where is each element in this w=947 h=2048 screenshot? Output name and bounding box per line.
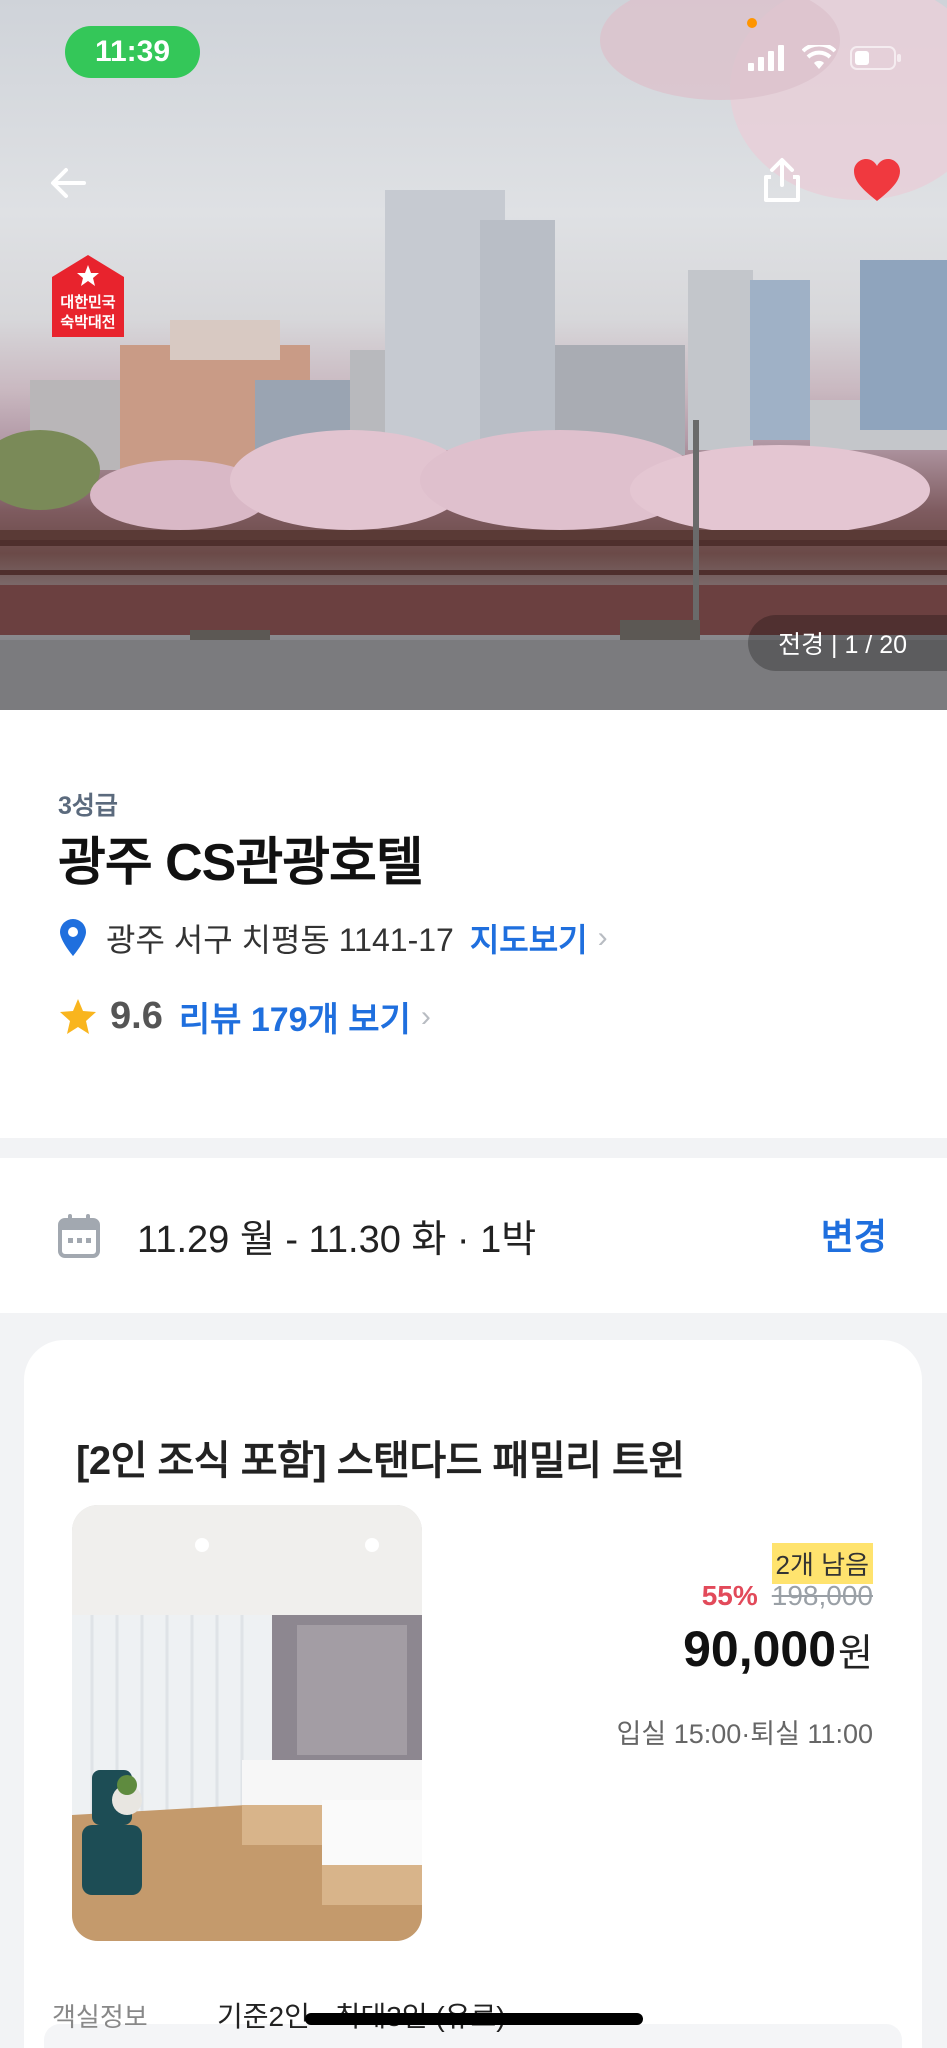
hotel-grade: 3성급 [58,792,118,820]
checkin-checkout-time: 입실 15:00·퇴실 11:00 [616,1719,873,1749]
badge-text-1: 대한민국 [60,293,115,311]
map-link[interactable]: 지도보기 [470,915,588,961]
room-image [72,1505,422,1941]
hotel-info-section: 3성급 광주 CS관광호텔 광주 서구 치평동 1141-17 지도보기 › 9… [0,710,947,1138]
location-pin-icon [60,919,86,956]
final-price: 90,000 원 [683,1620,873,1678]
rating-row: 9.6 리뷰 179개 보기 › [58,992,431,1041]
room-info-label: 객실정보 [52,2002,148,2032]
room-photo[interactable] [72,1505,422,1941]
review-link[interactable]: 리뷰 179개 보기 [179,992,411,1041]
original-price: 198,000 [771,1580,873,1611]
rooms-remaining-badge: 2개 남음 [771,1543,873,1584]
accommodation-festival-badge: 대한민국 숙박대전 [52,255,124,337]
share-icon[interactable] [757,155,807,205]
address-row: 광주 서구 치평동 1141-17 지도보기 › [58,915,608,961]
signal-icon [748,45,784,71]
back-arrow-icon[interactable] [44,158,94,208]
badge-text-2: 숙박대전 [60,313,115,331]
photo-counter[interactable]: 전경 | 1 / 20 [748,615,947,671]
chevron-right-icon: › [420,999,431,1033]
room-title: [2인 조식 포함] 스탠다드 패밀리 트윈 [76,1439,685,1483]
hotel-address: 광주 서구 치평동 1141-17 [106,922,454,958]
date-selector: 11.29 월 - 11.30 화 · 1박 변경 [0,1158,947,1313]
discount-line: 55% 198,000 [702,1580,873,1612]
wifi-icon [802,45,836,69]
heart-icon[interactable] [852,158,902,203]
hero-photo[interactable]: 11:39 대한민국 숙박대전 전경 | 1 / 20 [0,0,947,710]
status-icons [748,45,902,71]
change-dates-button[interactable]: 변경 [821,1208,887,1260]
battery-icon [850,46,901,70]
section-divider [0,1138,947,1158]
discount-rate: 55% [701,1580,758,1611]
hotel-exterior-photo [0,0,947,710]
hotel-name: 광주 CS관광호텔 [58,834,424,892]
star-icon [60,998,96,1034]
room-card[interactable]: [2인 조식 포함] 스탠다드 패밀리 트윈 2개 남음 55% 198,000… [24,1340,922,2048]
stay-dates: 11.29 월 - 11.30 화 · 1박 [137,1219,537,1261]
rating-value: 9.6 [110,995,163,1037]
home-indicator[interactable] [305,2013,643,2025]
chevron-right-icon: › [597,921,608,954]
room-list: [2인 조식 포함] 스탠다드 패밀리 트윈 2개 남음 55% 198,000… [0,1313,947,2048]
privacy-indicator-dot [747,18,757,28]
calendar-icon [58,1214,100,1258]
status-time: 11:39 [65,26,200,78]
price-currency: 원 [838,1633,873,1675]
price-value: 90,000 [683,1621,837,1677]
